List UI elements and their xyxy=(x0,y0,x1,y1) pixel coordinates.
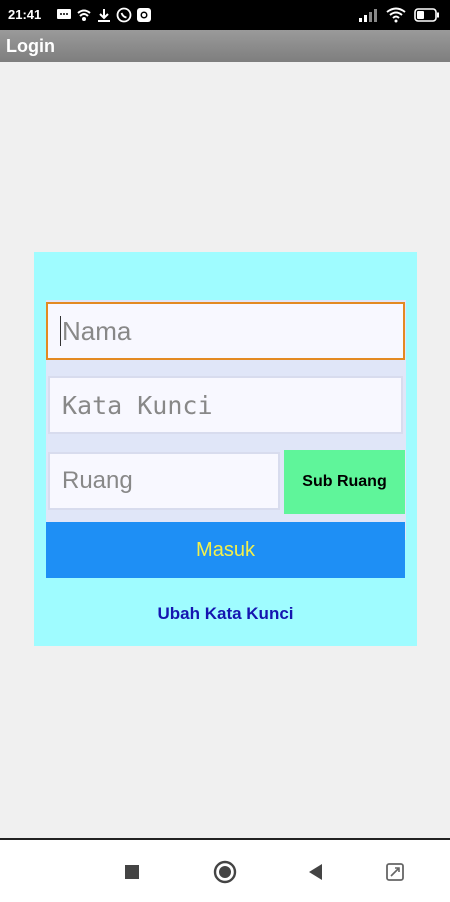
status-time: 21:41 xyxy=(8,7,42,22)
kata-kunci-placeholder: Kata Kunci xyxy=(62,390,213,420)
status-bar: 21:41 xyxy=(0,0,450,30)
login-card: Nama Kata Kunci Ruang Sub Ruang Masuk Ub… xyxy=(34,252,417,646)
whatsapp-icon xyxy=(116,7,132,23)
status-icons-left xyxy=(56,7,152,23)
wifi-icon xyxy=(386,7,406,23)
masuk-button[interactable]: Masuk xyxy=(46,522,405,578)
download-icon xyxy=(98,9,110,22)
home-circle-icon[interactable] xyxy=(213,860,237,884)
app-bar: Login xyxy=(0,30,450,62)
battery-icon xyxy=(414,8,439,22)
ruang-placeholder: Ruang xyxy=(62,467,133,494)
nama-input[interactable]: Nama xyxy=(46,302,405,360)
signal-icon xyxy=(359,9,377,22)
message-icon xyxy=(57,9,71,19)
ruang-input[interactable]: Ruang xyxy=(48,452,280,510)
text-caret xyxy=(60,316,61,346)
nama-placeholder: Nama xyxy=(62,315,132,346)
wifi-settings-icon xyxy=(77,9,91,21)
back-triangle-icon[interactable] xyxy=(304,860,328,884)
sub-ruang-button[interactable]: Sub Ruang xyxy=(284,450,405,514)
navigation-bar xyxy=(0,838,450,902)
status-icons-right xyxy=(358,7,440,23)
ubah-kata-kunci-link[interactable]: Ubah Kata Kunci xyxy=(34,604,417,624)
kata-kunci-input[interactable]: Kata Kunci xyxy=(48,376,403,434)
stop-square-icon[interactable] xyxy=(120,860,144,884)
camera-icon xyxy=(137,8,151,22)
page-title: Login xyxy=(6,36,55,56)
expand-icon[interactable] xyxy=(383,860,407,884)
